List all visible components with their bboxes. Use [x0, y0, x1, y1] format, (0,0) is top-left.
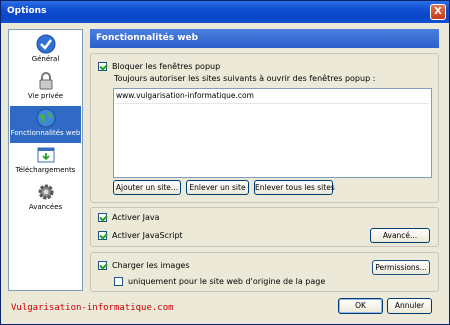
- close-icon: X: [434, 6, 442, 17]
- gear-icon: [38, 184, 53, 200]
- remove-all-sites-button[interactable]: Enlever tous les sites: [254, 180, 335, 195]
- sidebar-item-label: Avancées: [28, 203, 63, 211]
- block-popups-checkbox[interactable]: [98, 62, 107, 71]
- sidebar-item-downloads[interactable]: Téléchargements: [10, 143, 81, 180]
- title-bar[interactable]: Options X: [1, 1, 449, 23]
- enable-java-checkbox[interactable]: [98, 213, 107, 222]
- load-images-label: Charger les images: [112, 261, 190, 270]
- list-item[interactable]: www.vulgarisation-informatique.com: [116, 91, 429, 104]
- load-images-checkbox[interactable]: [98, 261, 107, 270]
- checkmark-icon: [36, 34, 55, 54]
- sidebar-item-label: Vie privée: [27, 92, 64, 100]
- origin-only-checkbox[interactable]: [114, 277, 123, 286]
- watermark-text: Vulgarisation-informatique.com: [11, 303, 174, 313]
- page-title-bar: Fonctionnalités web: [90, 29, 439, 48]
- sidebar-item-label: Fonctionnalités web: [10, 129, 81, 137]
- remove-site-button[interactable]: Enlever un site: [186, 180, 249, 195]
- add-site-button[interactable]: Ajouter un site...: [113, 180, 181, 195]
- category-sidebar: Général Vie privée Fonctionnalités web T…: [8, 29, 83, 291]
- block-popups-label: Bloquer les fenêtres popup: [112, 62, 221, 71]
- sidebar-item-privacy[interactable]: Vie privée: [10, 69, 81, 106]
- enable-javascript-label: Activer JavaScript: [112, 231, 183, 240]
- sidebar-item-advanced[interactable]: Avancées: [10, 180, 81, 217]
- page-title: Fonctionnalités web: [96, 33, 199, 43]
- enable-java-label: Activer Java: [112, 213, 160, 222]
- window-title: Options: [7, 6, 47, 16]
- ok-button[interactable]: OK: [338, 298, 383, 314]
- cancel-button[interactable]: Annuler: [387, 298, 432, 314]
- permissions-button[interactable]: Permissions...: [372, 260, 430, 275]
- options-window: Options X Général Vie privée Fonctionnal…: [0, 0, 450, 325]
- origin-only-label: uniquement pour le site web d'origine de…: [128, 277, 326, 286]
- popup-description: Toujours autoriser les sites suivants à …: [114, 74, 376, 83]
- sidebar-item-label: Général: [31, 55, 60, 63]
- download-window-icon: [37, 147, 54, 163]
- sidebar-item-label: Téléchargements: [15, 166, 76, 174]
- globe-icon: [36, 108, 55, 128]
- padlock-icon: [39, 72, 52, 90]
- enable-javascript-checkbox[interactable]: [98, 231, 107, 240]
- sidebar-item-general[interactable]: Général: [10, 32, 81, 69]
- close-button[interactable]: X: [430, 4, 446, 20]
- allowed-sites-list[interactable]: www.vulgarisation-informatique.com: [113, 88, 432, 178]
- advanced-button[interactable]: Avancé...: [370, 228, 430, 243]
- sidebar-item-web-features[interactable]: Fonctionnalités web: [10, 106, 81, 143]
